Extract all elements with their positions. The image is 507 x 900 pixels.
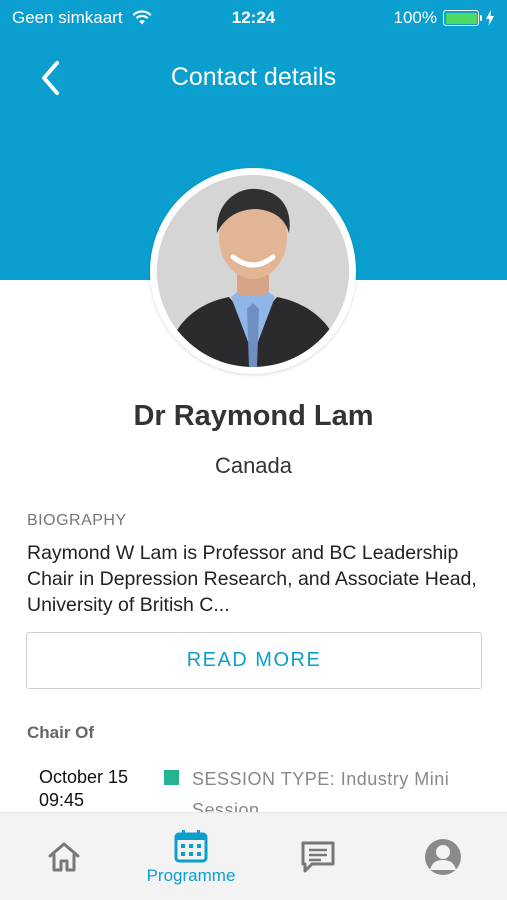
session-date: October 15 — [39, 767, 129, 787]
tab-programme[interactable]: Programme — [130, 813, 252, 900]
battery-percent: 100% — [393, 8, 437, 27]
contact-name: Dr Raymond Lam — [133, 400, 374, 432]
page-title: Contact details — [170, 63, 337, 91]
tab-home[interactable] — [28, 813, 100, 900]
tab-messages[interactable] — [282, 813, 354, 900]
tab-profile[interactable] — [407, 813, 479, 900]
contact-country: Canada — [214, 453, 293, 478]
navigation-bar: Contact details — [0, 48, 507, 108]
battery-status: 100% — [394, 8, 495, 28]
home-icon — [48, 842, 80, 872]
session-datetime: October 15 09:45 — [39, 766, 128, 812]
biography-text: Raymond W Lam is Professor and BC Leader… — [27, 542, 477, 616]
charging-bolt-icon — [486, 10, 494, 26]
session-type-color-swatch — [164, 770, 179, 785]
chat-icon — [301, 841, 335, 873]
user-icon — [425, 839, 461, 875]
battery-icon — [443, 10, 482, 26]
tab-bar: Programme — [0, 812, 507, 900]
avatar — [150, 168, 356, 374]
tab-programme-label: Programme — [146, 865, 236, 885]
profile-photo — [157, 175, 349, 367]
calendar-icon — [174, 829, 208, 862]
chair-of-heading: Chair Of — [27, 723, 95, 742]
read-more-button[interactable]: READ MORE — [26, 632, 482, 689]
status-bar: Geen simkaart 12:24 100% — [0, 0, 507, 36]
biography-heading: BIOGRAPHY — [27, 512, 127, 529]
session-time: 09:45 — [39, 790, 85, 810]
